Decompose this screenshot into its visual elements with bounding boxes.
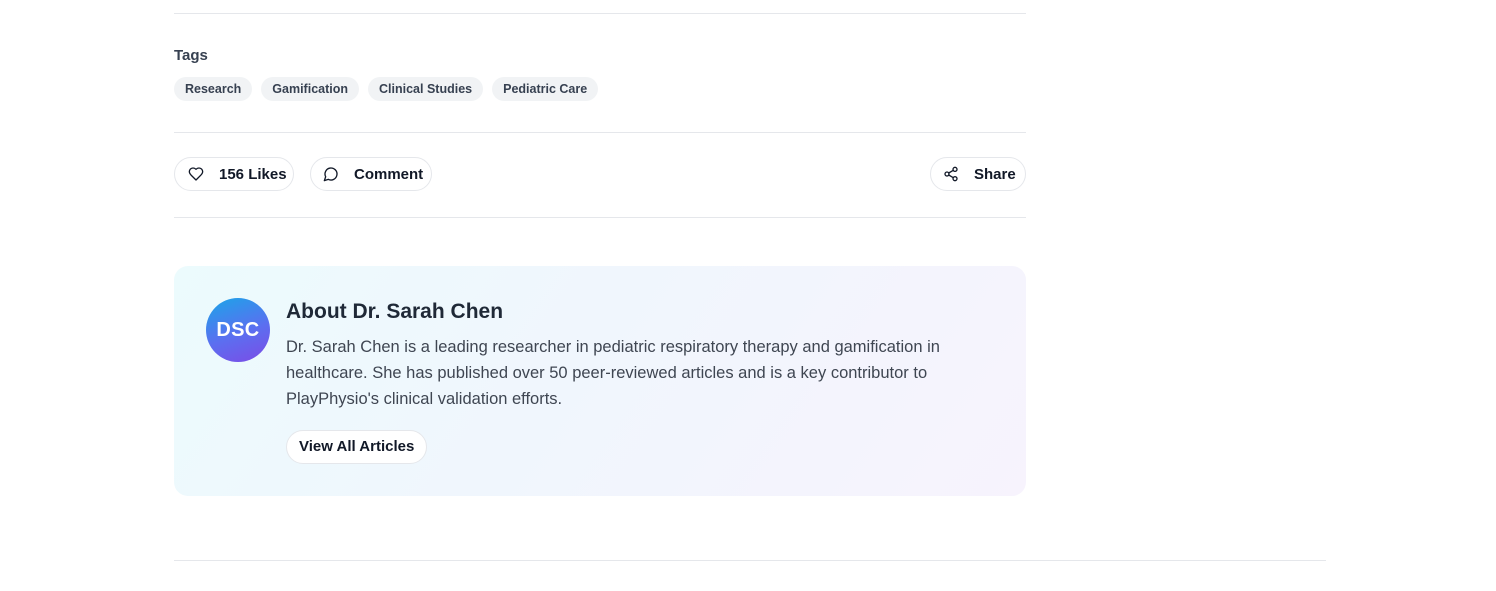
like-button[interactable]: 156 Likes — [174, 157, 294, 191]
avatar: DSC — [206, 298, 270, 362]
article-footer-page: Tags Research Gamification Clinical Stud… — [0, 0, 1496, 591]
bottom-divider — [174, 560, 1326, 561]
author-title: About Dr. Sarah Chen — [286, 300, 504, 323]
view-all-articles-button[interactable]: View All Articles — [286, 430, 428, 464]
tag-research[interactable]: Research — [174, 77, 253, 101]
author-body: About Dr. Sarah Chen Dr. Sarah Chen is a… — [286, 298, 986, 464]
author-card: DSC About Dr. Sarah Chen Dr. Sarah Chen … — [174, 266, 1026, 496]
tags-title: Tags — [174, 47, 208, 64]
share-button[interactable]: Share — [930, 157, 1026, 191]
tags-list: Research Gamification Clinical Studies P… — [174, 77, 599, 101]
tag-gamification[interactable]: Gamification — [261, 77, 360, 101]
comment-button[interactable]: Comment — [310, 157, 432, 191]
divider — [174, 13, 1026, 14]
divider — [174, 132, 1026, 133]
comment-label: Comment — [354, 165, 424, 183]
likes-count-label: 156 Likes — [219, 165, 287, 183]
share-icon — [943, 166, 959, 182]
author-bio: Dr. Sarah Chen is a leading researcher i… — [286, 338, 940, 408]
share-label: Share — [974, 165, 1016, 183]
article-actions: 156 Likes Comment Share — [174, 157, 1026, 193]
tag-clinical-studies[interactable]: Clinical Studies — [368, 77, 484, 101]
divider — [174, 217, 1026, 218]
tag-pediatric-care[interactable]: Pediatric Care — [492, 77, 599, 101]
heart-icon — [188, 166, 204, 182]
tags-section: Tags Research Gamification Clinical Stud… — [174, 47, 599, 101]
comment-bubble-icon — [323, 166, 339, 182]
